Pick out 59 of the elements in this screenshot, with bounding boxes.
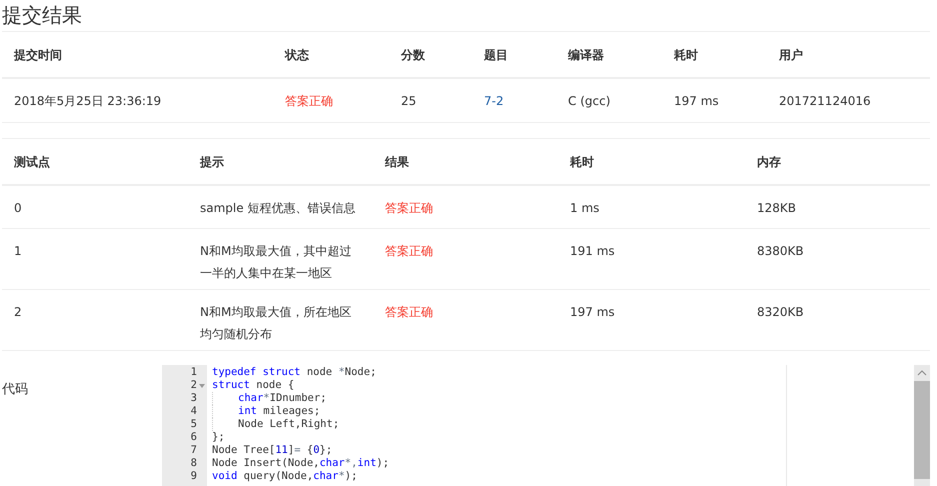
table-cell-text: 197 ms <box>569 304 616 321</box>
column-header: 耗时 <box>672 47 699 64</box>
result-text: 答案正确 <box>384 304 434 321</box>
column-header: 分数 <box>400 47 426 64</box>
page-title: 提交结果 <box>2 2 83 29</box>
code-line: typedef struct node *Node; <box>212 366 376 379</box>
fold-arrow-icon[interactable] <box>199 384 205 388</box>
code-line: void query(Node,char*); <box>212 470 358 483</box>
line-number: 3 <box>190 392 197 404</box>
table-cell-text: 191 ms <box>569 243 616 260</box>
table-cell-text: 1 ms <box>569 200 600 217</box>
table-cell-text: 2018年5月25日 23:36:19 <box>13 93 162 110</box>
problem-link[interactable]: 7-2 <box>472 90 504 112</box>
table-cell-text: 0 <box>13 200 23 217</box>
column-header: 提示 <box>198 154 225 171</box>
line-number: 4 <box>190 405 197 417</box>
code-line: Node Insert(Node,char*,int); <box>212 457 390 470</box>
code-editor[interactable]: 1 2 3 4 5 6 7 8 9 typedef struct node *Node; struct node { char*IDnumber; int mileages; Node Left,Right; }; Node Tree[11]= {0}; Node Insert(Node,char*,int); void query(Node,char*); <box>162 365 930 486</box>
column-header: 结果 <box>384 154 410 171</box>
column-header: 状态 <box>284 47 310 64</box>
result-text: 答案正确 <box>384 243 434 260</box>
result-text: 答案正确 <box>384 200 434 217</box>
line-number: 5 <box>190 418 197 430</box>
code-line: int mileages; <box>238 405 320 418</box>
line-number: 6 <box>190 431 197 443</box>
hint-text: N和M均取最大值，其中超过一半的人集中在某一地区 <box>199 243 352 282</box>
table-cell-text: 128KB <box>756 200 798 217</box>
code-label: 代码 <box>2 381 29 399</box>
code-line: char*IDnumber; <box>238 392 327 405</box>
table-cell-text: 25 <box>400 93 418 110</box>
code-line: Node Tree[11]= {0}; <box>212 444 332 457</box>
scrollbar-thumb[interactable] <box>914 381 930 479</box>
table-cell-text: 8320KB <box>756 304 805 321</box>
line-number: 7 <box>190 444 197 456</box>
column-header: 测试点 <box>13 154 51 171</box>
code-line: Node Left,Right; <box>238 418 340 431</box>
scrollbar[interactable] <box>914 365 930 486</box>
code-line: }; <box>212 431 225 444</box>
line-number: 9 <box>190 470 197 482</box>
table-cell-text: 1 <box>13 243 23 260</box>
column-header: 用户 <box>778 47 804 64</box>
table-cell-text: 201721124016 <box>778 93 872 110</box>
status-text: 答案正确 <box>284 93 334 110</box>
table-cell-text: 8380KB <box>756 243 805 260</box>
hint-text: sample 短程优惠、错误信息 <box>199 200 356 217</box>
table-cell-text: C (gcc) <box>567 93 612 110</box>
code-line: struct node { <box>212 379 294 392</box>
column-header: 题目 <box>482 47 509 64</box>
hint-text: N和M均取最大值，所在地区均匀随机分布 <box>199 304 352 343</box>
scroll-up-icon[interactable] <box>917 370 927 376</box>
column-header: 内存 <box>756 154 782 171</box>
line-number: 1 <box>190 366 197 378</box>
column-header: 编译器 <box>566 47 605 64</box>
column-header: 提交时间 <box>12 47 63 64</box>
line-number: 8 <box>190 457 197 469</box>
table-cell-text: 2 <box>13 304 23 321</box>
table-cell-text: 197 ms <box>673 93 720 110</box>
column-header: 耗时 <box>568 154 595 171</box>
line-number: 2 <box>190 379 197 391</box>
